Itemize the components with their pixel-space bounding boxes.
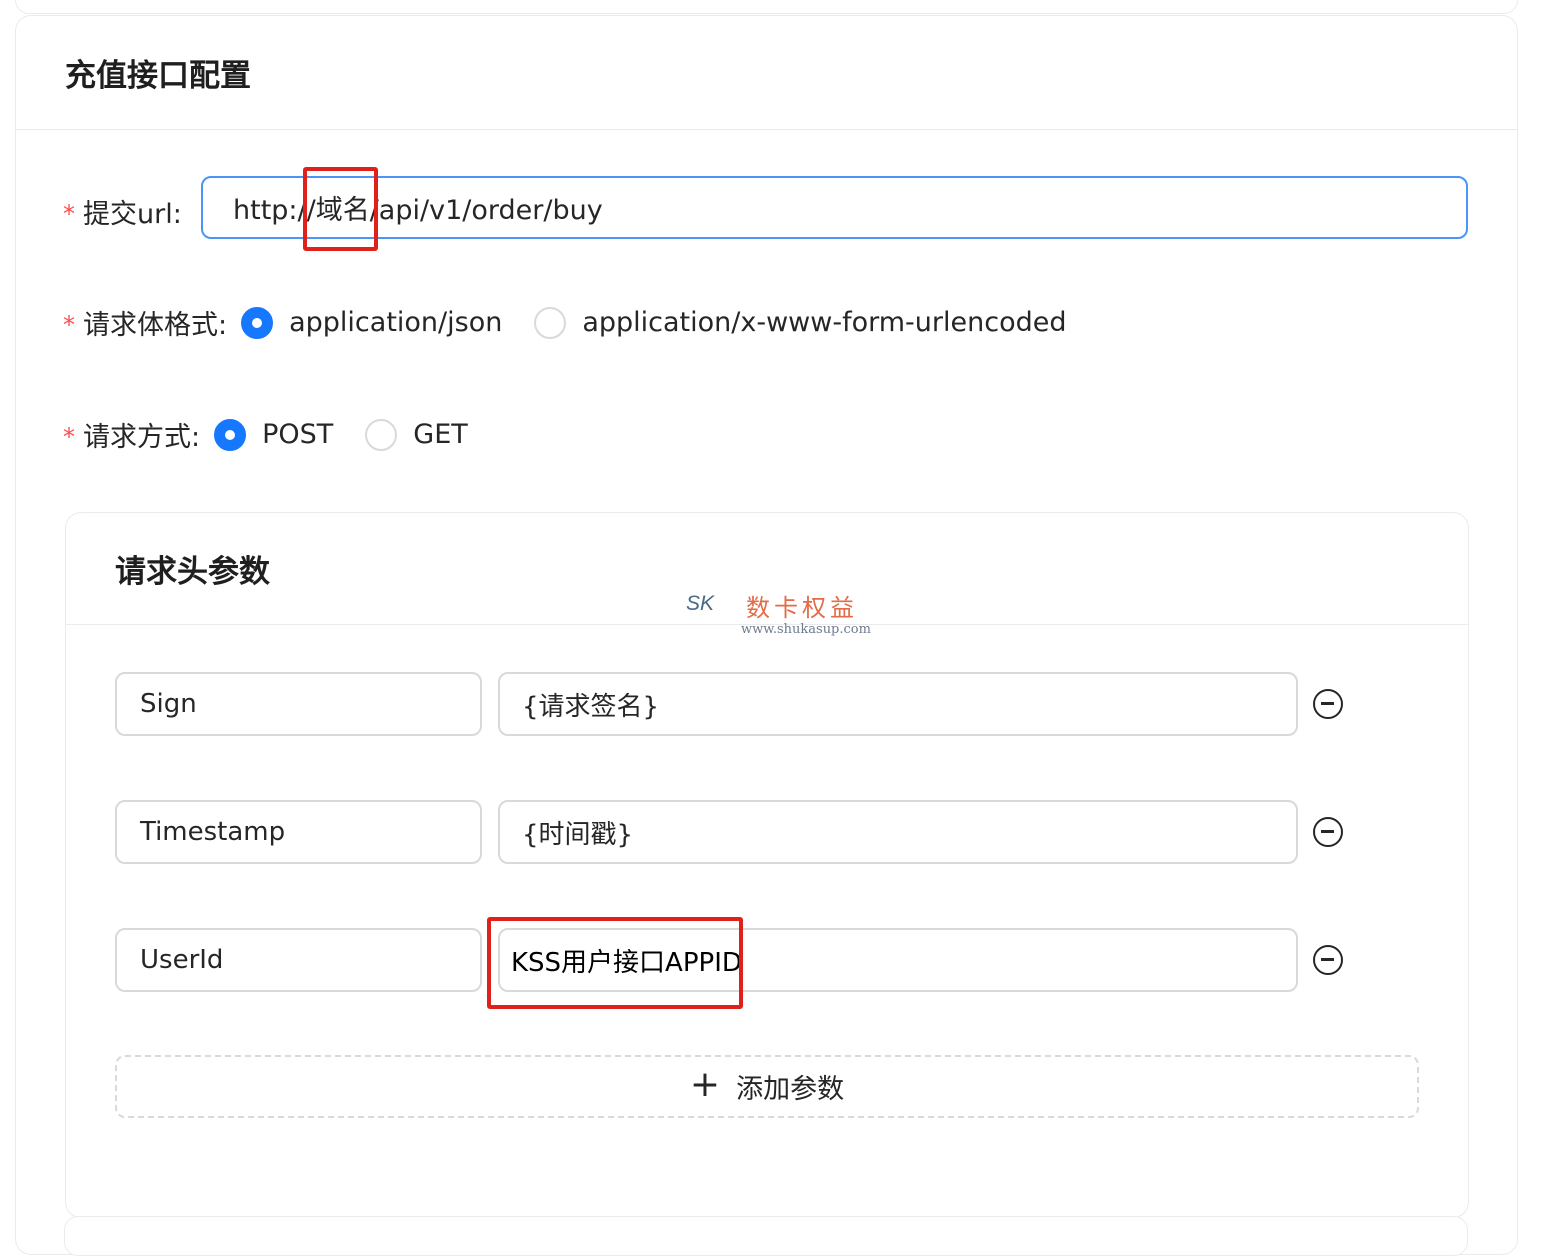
watermark: SK 数卡权益 www.shukasup.com — [686, 588, 876, 640]
radio-get[interactable]: GET — [365, 418, 468, 451]
plus-icon: + — [689, 1063, 721, 1105]
remove-param-icon[interactable] — [1313, 817, 1343, 847]
annotation-box-domain — [303, 167, 378, 251]
url-input-value: http://域名/api/v1/order/buy — [233, 195, 603, 226]
card-header: 充值接口配置 — [16, 16, 1517, 130]
param-key-input[interactable]: Timestamp — [115, 800, 482, 864]
radio-post[interactable]: POST — [214, 418, 334, 451]
method-label-text: 请求方式: — [83, 422, 201, 453]
body-format-label: * 请求体格式: — [63, 303, 227, 342]
url-label: * 提交url: — [63, 192, 182, 231]
url-input[interactable]: http://域名/api/v1/order/buy — [201, 176, 1468, 239]
radio-application-form-urlencoded[interactable]: application/x-www-form-urlencoded — [534, 306, 1067, 339]
radio-label: POST — [262, 419, 334, 450]
radio-label: application/json — [289, 307, 503, 338]
next-card — [64, 1216, 1468, 1256]
body-format-form-row: * 请求体格式: application/json application/x-… — [63, 303, 1098, 342]
param-value-input[interactable]: {请求签名} — [498, 672, 1298, 736]
remove-param-icon[interactable] — [1313, 689, 1343, 719]
param-key-input[interactable]: UserId — [115, 928, 482, 992]
required-mark: * — [63, 310, 75, 339]
radio-application-json[interactable]: application/json — [241, 306, 503, 339]
param-row: UserId KSS用户接口APPID — [115, 928, 1415, 992]
add-param-button[interactable]: + 添加参数 — [115, 1055, 1419, 1118]
param-key-value: Timestamp — [140, 817, 286, 847]
required-mark: * — [63, 199, 75, 228]
param-value-text: {时间戳} — [522, 819, 634, 850]
annotation-box-appid — [487, 917, 743, 1009]
required-mark: * — [63, 422, 75, 451]
param-key-value: Sign — [140, 689, 197, 719]
previous-card — [15, 0, 1518, 14]
param-key-value: UserId — [140, 945, 224, 975]
radio-checked-icon[interactable] — [214, 418, 247, 451]
param-row: Sign {请求签名} — [115, 672, 1415, 736]
radio-checked-icon[interactable] — [241, 306, 274, 339]
param-value-text: {请求签名} — [522, 691, 660, 722]
watermark-logo: SK — [686, 592, 715, 615]
param-key-input[interactable]: Sign — [115, 672, 482, 736]
watermark-title: 数卡权益 — [746, 594, 858, 622]
radio-unchecked-icon[interactable] — [534, 306, 567, 339]
radio-label: GET — [413, 419, 468, 450]
body-format-radio-group: application/json application/x-www-form-… — [241, 306, 1098, 339]
method-label: * 请求方式: — [63, 415, 200, 454]
method-form-row: * 请求方式: POST GET — [63, 415, 500, 454]
radio-label: application/x-www-form-urlencoded — [582, 307, 1067, 338]
url-label-text: 提交url: — [83, 199, 182, 230]
add-param-label: 添加参数 — [736, 1074, 845, 1105]
request-headers-title: 请求头参数 — [115, 554, 270, 590]
remove-param-icon[interactable] — [1313, 945, 1343, 975]
url-form-row: * 提交url: — [63, 192, 182, 231]
watermark-url: www.shukasup.com — [741, 622, 871, 637]
method-radio-group: POST GET — [214, 418, 500, 451]
param-row: Timestamp {时间戳} — [115, 800, 1415, 864]
radio-unchecked-icon[interactable] — [365, 418, 398, 451]
body-format-label-text: 请求体格式: — [83, 310, 228, 341]
param-value-input[interactable]: {时间戳} — [498, 800, 1298, 864]
card-title: 充值接口配置 — [65, 58, 251, 94]
